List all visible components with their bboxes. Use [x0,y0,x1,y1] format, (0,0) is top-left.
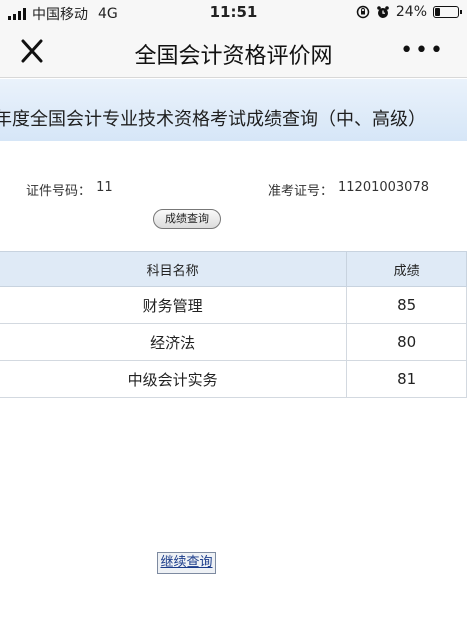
score-table: 科目名称 成绩 财务管理 85 经济法 80 中级会计实务 81 [0,251,467,398]
subject-header: 科目名称 [0,251,348,287]
table-header-row: 科目名称 成绩 [0,251,467,287]
score-cell: 85 [346,286,467,324]
status-bar: 中国移动 4G 11:51 24% [0,0,467,26]
score-header: 成绩 [346,251,467,287]
ticket-value: 11201003078 [338,180,429,195]
subject-cell: 财务管理 [0,286,348,324]
page-title: 全国会计资格评价网 [134,44,333,69]
subject-cell: 中级会计实务 [0,360,348,398]
battery-percent: 24% [395,4,427,20]
alarm-icon [377,6,389,18]
query-title: 年度全国会计专业技术资格考试成绩查询（中、高级） [0,109,426,130]
id-value: ‌‌ 11 [92,180,113,195]
rotation-lock-icon [356,5,370,19]
table-row: 经济法 80 [0,323,467,361]
nav-bar: 全国会计资格评价网 ••• [0,26,467,78]
score-cell: 80 [346,323,467,361]
battery-icon [433,6,462,18]
score-query-button[interactable]: 成绩查询 [153,209,221,229]
subject-cell: 经济法 [0,323,348,361]
main-content: 年度全国会计专业技术资格考试成绩查询（中、高级） 证件号码： ‌‌ 11 准考证… [0,79,467,640]
table-row: 中级会计实务 81 [0,360,467,398]
more-icon[interactable]: ••• [400,38,445,63]
continue-query-button[interactable]: 继续查询 [157,552,216,574]
status-right: 24% [356,4,462,20]
ticket-label: 准考证号： [268,184,334,199]
table-row: 财务管理 85 [0,286,467,324]
id-label: 证件号码： [26,184,92,199]
score-cell: 81 [346,360,467,398]
